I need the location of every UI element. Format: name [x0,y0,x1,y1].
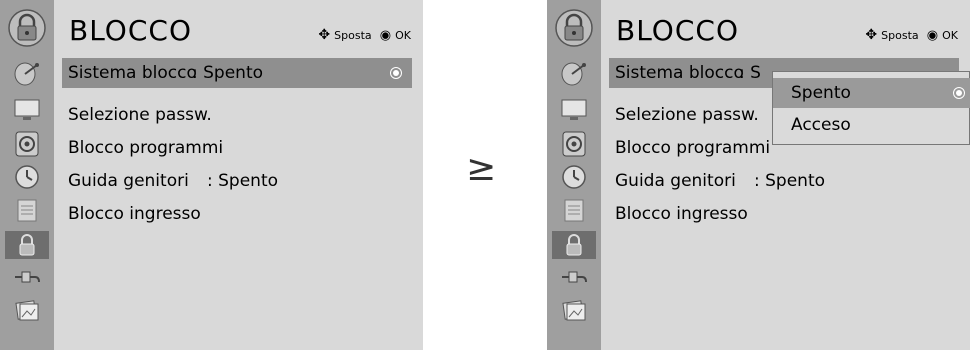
menu-item-value: : Spento [192,63,264,83]
clock-icon[interactable] [5,163,49,191]
menu-title: BLOCCO [69,14,192,47]
selected-radio-icon [390,67,402,79]
menu-item-value: : Spento [207,171,279,191]
move-arrows-icon: ✥ [318,27,331,43]
category-sidebar [547,0,601,350]
hint-ok-label: OK [395,28,411,42]
ok-button-icon: ◉ [375,27,392,43]
speaker-icon[interactable] [5,130,49,158]
menu-item-label: Blocco ingresso [68,204,201,224]
menu-item-label: Selezione passw. [615,105,759,125]
menu-content: BLOCCO ✥ Sposta ◉ OK Sistema blocco : S … [601,0,970,350]
category-sidebar [0,0,54,350]
menu-item-label: Sistema blocco [615,63,744,83]
photo-icon[interactable] [5,296,49,324]
navigation-hint: ✥ Sposta ◉ OK [318,27,411,43]
photo-icon[interactable] [552,296,596,324]
lock-icon[interactable] [552,231,596,259]
satellite-dish-icon[interactable] [5,60,49,88]
menu-panel-right: BLOCCO ✥ Sposta ◉ OK Sistema blocco : S … [547,0,970,350]
menu-item-sistema-blocco[interactable]: Sistema blocco : Spento [62,58,412,88]
lock-header-icon [555,9,593,47]
menu-item-label: Selezione passw. [68,105,212,125]
menu-item-label: Sistema blocco [68,63,197,83]
menu-content: BLOCCO ✥ Sposta ◉ OK Sistema blocco : Sp… [54,0,423,350]
lock-icon[interactable] [5,231,49,259]
hint-move-label: Sposta [881,28,919,42]
menu-item-label: Blocco ingresso [615,204,748,224]
tv-screen-icon[interactable] [552,96,596,124]
calendar-icon[interactable] [5,196,49,224]
menu-item-value: : S [739,63,761,83]
tv-screen-icon[interactable] [5,96,49,124]
hint-ok-label: OK [942,28,958,42]
selected-radio-icon [953,87,965,99]
calendar-icon[interactable] [552,196,596,224]
satellite-dish-icon[interactable] [552,60,596,88]
lock-header-icon [8,9,46,47]
popup-option-label: Spento [791,83,851,103]
menu-item-value: : Spento [754,171,826,191]
popup-option-acceso[interactable]: Acceso [773,110,970,140]
popup-option-label: Acceso [791,115,851,135]
menu-item-label: Blocco programmi [68,138,224,158]
option-popup: Spento Acceso [772,71,970,145]
plug-icon[interactable] [5,263,49,291]
ok-button-icon: ◉ [922,27,939,43]
speaker-icon[interactable] [552,130,596,158]
clock-icon[interactable] [552,163,596,191]
popup-option-spento[interactable]: Spento [773,78,970,108]
menu-panel-left: BLOCCO ✥ Sposta ◉ OK Sistema blocco : Sp… [0,0,423,350]
menu-item-label: Guida genitori [615,171,736,191]
hint-move-label: Sposta [334,28,372,42]
menu-title: BLOCCO [616,14,739,47]
menu-item-label: Blocco programmi [615,138,771,158]
navigation-hint: ✥ Sposta ◉ OK [865,27,958,43]
transition-arrow: ≥ [466,148,497,189]
move-arrows-icon: ✥ [865,27,878,43]
menu-item-label: Guida genitori [68,171,189,191]
plug-icon[interactable] [552,263,596,291]
